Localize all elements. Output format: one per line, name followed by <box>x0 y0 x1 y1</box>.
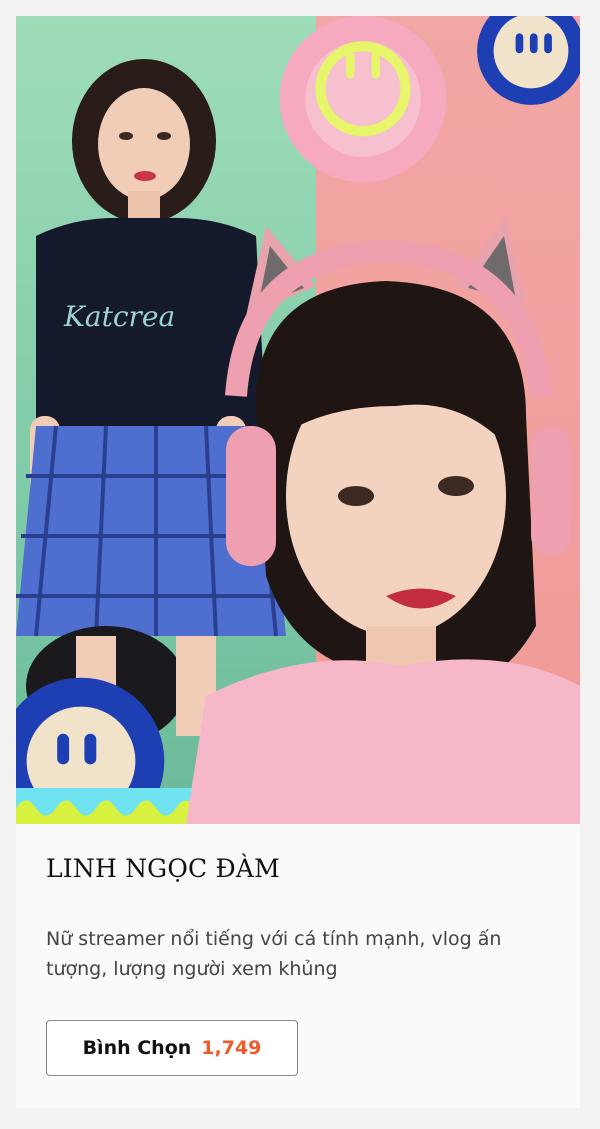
smiley-sticker-icon <box>278 16 448 184</box>
blue-smiley-sticker-icon <box>476 16 580 106</box>
vote-button[interactable]: Bình Chọn 1,749 <box>46 1020 298 1076</box>
vote-count: 1,749 <box>201 1037 262 1059</box>
person-right-illustration <box>186 216 580 824</box>
candidate-name: LINH NGỌC ĐÀM <box>46 854 280 883</box>
vote-button-label: Bình Chọn <box>82 1037 192 1059</box>
candidate-card: Katcrea LINH NGỌC ĐÀM Nữ streamer nổi ti… <box>16 16 580 1108</box>
candidate-description: Nữ streamer nổi tiếng với cá tính mạnh, … <box>46 928 502 980</box>
candidate-photo[interactable]: Katcrea <box>16 16 580 824</box>
svg-text:Katcrea: Katcrea <box>63 300 175 333</box>
